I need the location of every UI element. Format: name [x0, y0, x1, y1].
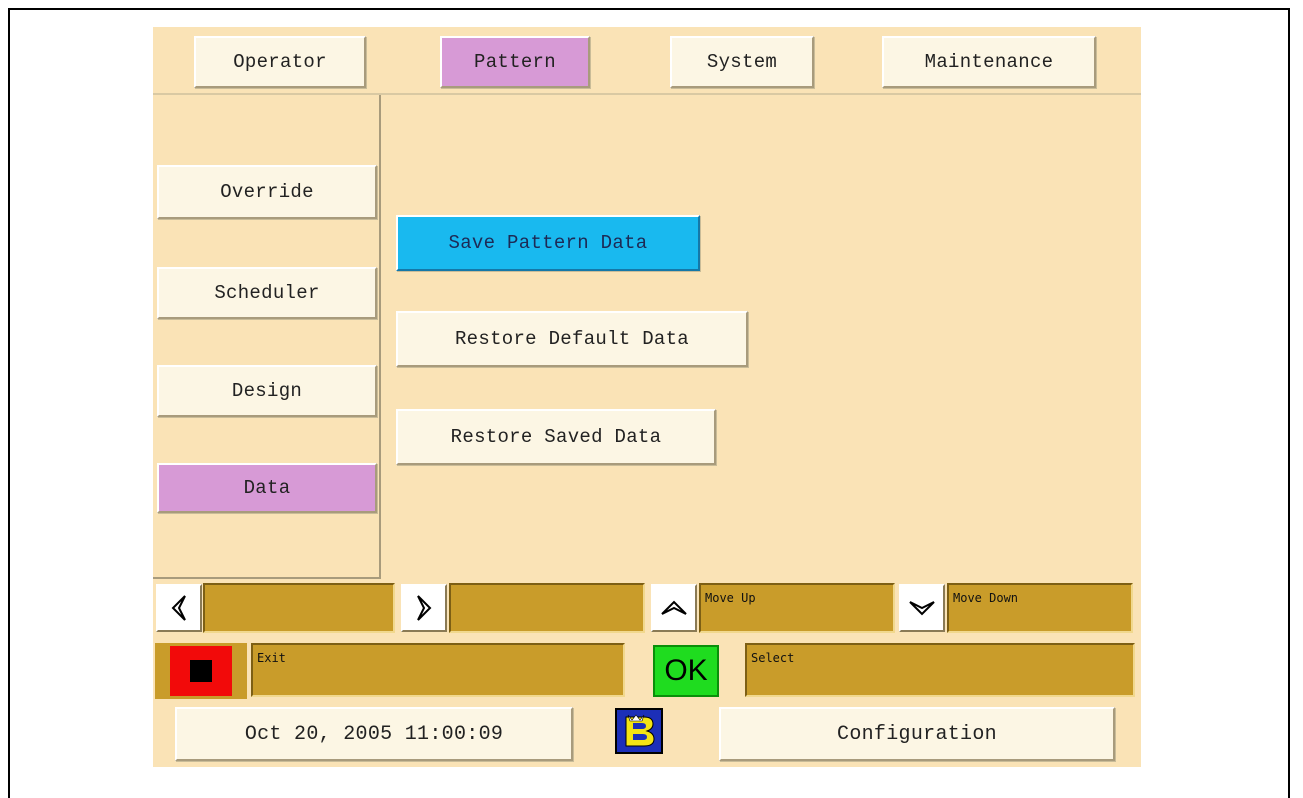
move-down-label: Move Down [947, 583, 1133, 633]
down-arrow-key[interactable] [899, 584, 945, 632]
ok-key[interactable]: OK [653, 645, 719, 697]
down-arrow-icon [909, 601, 935, 616]
restore-default-data-button[interactable]: Restore Default Data [396, 311, 748, 367]
sidebar-item-design[interactable]: Design [157, 365, 377, 417]
up-arrow-key[interactable] [651, 584, 697, 632]
sidebar-item-override[interactable]: Override [157, 165, 377, 219]
save-pattern-data-button[interactable]: Save Pattern Data [396, 215, 700, 271]
exit-key[interactable] [155, 643, 247, 699]
left-arrow-key[interactable] [156, 584, 202, 632]
hmi-screen: Operator Pattern System Maintenance Over… [153, 27, 1141, 767]
tab-maintenance[interactable]: Maintenance [882, 36, 1096, 88]
select-label: Select [745, 643, 1135, 697]
up-arrow-icon [661, 600, 687, 615]
status-bar: Oct 20, 2005 11:00:09 Configuration [153, 699, 1141, 767]
datetime-display: Oct 20, 2005 11:00:09 [175, 707, 573, 761]
top-tab-bar: Operator Pattern System Maintenance [153, 27, 1141, 95]
action-hint-row: Exit OK Select [153, 637, 1141, 699]
stop-icon [170, 646, 232, 696]
sidebar-item-scheduler[interactable]: Scheduler [157, 267, 377, 319]
move-up-label: Move Up [699, 583, 895, 633]
configuration-button[interactable]: Configuration [719, 707, 1115, 761]
exit-label: Exit [251, 643, 625, 697]
brand-logo-icon [615, 708, 663, 754]
tab-operator[interactable]: Operator [194, 36, 366, 88]
left-arrow-icon [171, 595, 186, 621]
navigation-hint-row: Move Up Move Down [153, 581, 1141, 637]
tab-system[interactable]: System [670, 36, 814, 88]
right-arrow-icon [417, 595, 432, 621]
right-arrow-key[interactable] [401, 584, 447, 632]
right-arrow-label [449, 583, 645, 633]
restore-saved-data-button[interactable]: Restore Saved Data [396, 409, 716, 465]
tab-pattern[interactable]: Pattern [440, 36, 590, 88]
sidebar-item-data[interactable]: Data [157, 463, 377, 513]
left-arrow-label [203, 583, 395, 633]
